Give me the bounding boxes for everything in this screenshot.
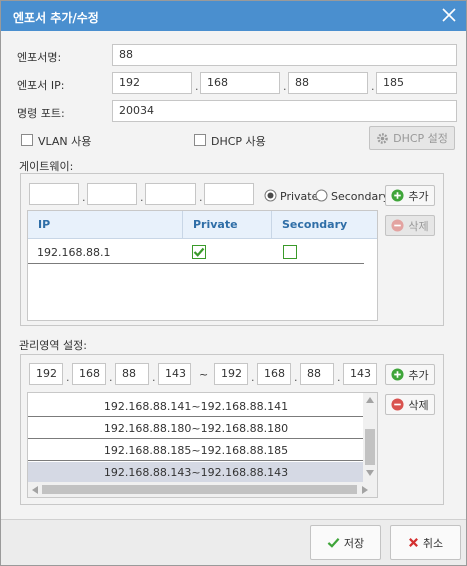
gateway-delete-button[interactable]: 삭제: [385, 215, 435, 236]
ip-dot: .: [371, 80, 375, 93]
scroll-right-arrow-icon[interactable]: [362, 486, 368, 494]
ip-dot: .: [337, 371, 341, 384]
management-range-list: 192.168.88.141~192.168.88.141 192.168.88…: [27, 392, 378, 498]
plus-icon: [391, 189, 404, 202]
range-start-octet-3[interactable]: 88: [115, 363, 149, 385]
ip-dot: .: [195, 80, 199, 93]
ip-dot: .: [152, 371, 156, 384]
minus-icon: [391, 219, 404, 232]
range-start-octet-2[interactable]: 168: [72, 363, 106, 385]
close-icon[interactable]: [441, 7, 457, 23]
horizontal-scroll-thumb[interactable]: [42, 485, 357, 494]
range-end-octet-4[interactable]: 143: [343, 363, 377, 385]
gateway-add-label: 추가: [408, 189, 429, 203]
secondary-radio[interactable]: [315, 189, 328, 202]
ip-octet-1[interactable]: 192: [112, 72, 192, 94]
private-radio[interactable]: [264, 189, 277, 202]
checked-checkbox-icon[interactable]: [192, 245, 206, 259]
scroll-left-arrow-icon[interactable]: [32, 486, 38, 494]
dhcp-settings-button[interactable]: DHCP 설정: [369, 126, 455, 150]
secondary-radio-label: Secondary: [331, 190, 390, 203]
range-separator: ~: [199, 368, 209, 381]
table-row[interactable]: 192.168.88.1: [28, 240, 364, 264]
range-add-button[interactable]: 추가: [385, 364, 435, 385]
vertical-scrollbar[interactable]: [363, 393, 377, 482]
range-delete-label: 삭제: [408, 398, 429, 412]
checkmark-icon: [327, 538, 340, 548]
dialog-title: 엔포서 추가/수정: [13, 11, 99, 25]
range-end-octet-1[interactable]: 192: [214, 363, 248, 385]
ip-octet-2[interactable]: 168: [200, 72, 280, 94]
gateway-section-label: 게이트웨이:: [19, 160, 74, 173]
gateway-ip-octet-2[interactable]: [87, 183, 137, 205]
vlan-label: VLAN 사용: [38, 135, 92, 148]
minus-icon: [391, 398, 404, 411]
range-start-octet-1[interactable]: 192: [29, 363, 63, 385]
dhcp-label: DHCP 사용: [211, 135, 266, 148]
list-item[interactable]: 192.168.88.180~192.168.88.180: [28, 418, 364, 439]
ip-dot: .: [283, 80, 287, 93]
ip-dot: .: [251, 371, 255, 384]
range-start-octet-4[interactable]: 143: [158, 363, 191, 385]
ip-dot: .: [140, 191, 144, 204]
gateway-ip-octet-3[interactable]: [145, 183, 196, 205]
vlan-checkbox[interactable]: [21, 134, 33, 146]
unchecked-checkbox-icon[interactable]: [283, 245, 297, 259]
scroll-up-arrow-icon[interactable]: [366, 397, 374, 403]
ip-octet-4[interactable]: 185: [376, 72, 457, 94]
range-delete-button[interactable]: 삭제: [385, 394, 435, 415]
gateway-table: IP Private Secondary 192.168.88.1: [27, 210, 378, 321]
vertical-scroll-thumb[interactable]: [365, 429, 375, 465]
gateway-ip-octet-1[interactable]: [29, 183, 79, 205]
ip-label: 엔포서 IP:: [17, 79, 65, 92]
list-item[interactable]: 192.168.88.185~192.168.88.185: [28, 440, 364, 461]
gear-icon: [377, 132, 388, 144]
cancel-button[interactable]: 취소: [390, 525, 461, 560]
private-radio-label: Private: [280, 190, 319, 203]
port-label: 명령 포트:: [17, 107, 65, 120]
port-field[interactable]: 20034: [112, 100, 457, 122]
ip-dot: .: [109, 371, 113, 384]
gateway-ip-cell: 192.168.88.1: [37, 246, 111, 259]
name-field[interactable]: 88: [112, 44, 457, 66]
list-item-selected[interactable]: 192.168.88.143~192.168.88.143: [28, 462, 364, 483]
column-header-ip[interactable]: IP: [28, 211, 183, 239]
ip-dot: .: [66, 371, 70, 384]
horizontal-scrollbar[interactable]: [28, 482, 377, 497]
range-add-label: 추가: [408, 368, 429, 382]
dhcp-checkbox[interactable]: [194, 134, 206, 146]
close-icon: [408, 538, 418, 547]
ip-dot: .: [82, 191, 86, 204]
scroll-down-arrow-icon[interactable]: [366, 470, 374, 476]
list-item[interactable]: 192.168.88.141~192.168.88.141: [28, 396, 364, 417]
gateway-ip-octet-4[interactable]: [204, 183, 254, 205]
range-end-octet-3[interactable]: 88: [300, 363, 334, 385]
enforcer-dialog: 엔포서 추가/수정 엔포서명: 88 엔포서 IP: 192 . 168 . 8…: [0, 0, 467, 566]
cancel-label: 취소: [422, 536, 444, 550]
title-bar: 엔포서 추가/수정: [1, 1, 466, 31]
dhcp-settings-label: DHCP 설정: [393, 132, 448, 145]
save-label: 저장: [343, 536, 365, 550]
range-end-octet-2[interactable]: 168: [257, 363, 291, 385]
ip-dot: .: [294, 371, 298, 384]
save-button[interactable]: 저장: [310, 525, 381, 560]
gateway-add-button[interactable]: 추가: [385, 185, 435, 206]
gateway-delete-label: 삭제: [408, 219, 429, 233]
name-label: 엔포서명:: [17, 51, 62, 64]
management-section-label: 관리영역 설정:: [19, 339, 87, 352]
gateway-table-header: IP Private Secondary: [28, 211, 377, 239]
plus-icon: [391, 368, 404, 381]
column-header-secondary[interactable]: Secondary: [272, 211, 377, 239]
column-header-private[interactable]: Private: [183, 211, 272, 239]
ip-octet-3[interactable]: 88: [288, 72, 368, 94]
ip-dot: .: [199, 191, 203, 204]
